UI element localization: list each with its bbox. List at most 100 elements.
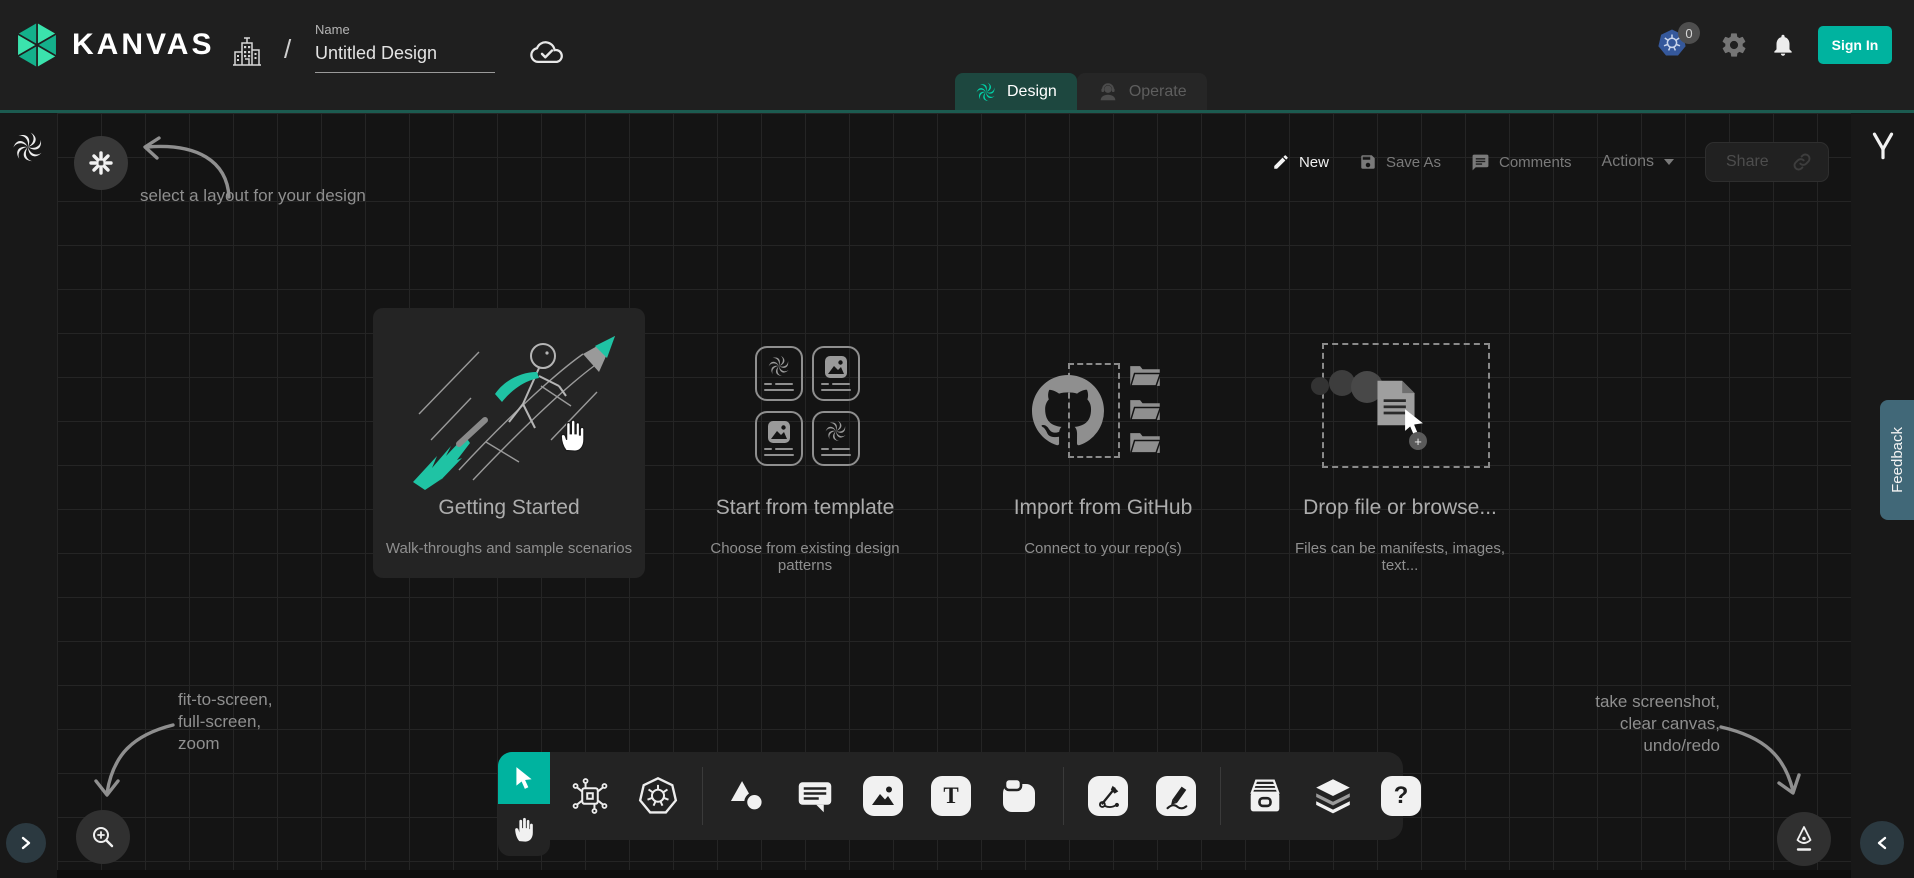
drawer-tool-button[interactable] <box>1243 774 1287 818</box>
chevron-left-icon <box>1875 835 1889 851</box>
note-tool-button[interactable] <box>997 774 1041 818</box>
expand-panel-right-button[interactable] <box>6 823 46 863</box>
design-name-input[interactable] <box>315 37 495 73</box>
dock-divider <box>1063 767 1064 825</box>
getting-started-illustration <box>401 322 621 490</box>
zoom-controls-button[interactable] <box>76 810 130 864</box>
card-subtitle: Connect to your repo(s) <box>993 540 1213 557</box>
pen-nib-icon <box>1791 825 1817 853</box>
card-title: Import from GitHub <box>993 496 1213 520</box>
help-question-icon: ? <box>1381 776 1421 816</box>
drawer-archive-icon <box>1243 776 1287 816</box>
select-arrow-icon <box>512 765 536 791</box>
design-tab-icon <box>975 81 997 103</box>
help-tool-button[interactable]: ? <box>1379 774 1423 818</box>
card-drop-file[interactable]: + Drop file or browse... Files can be ma… <box>1287 308 1513 578</box>
layout-selector-icon <box>88 150 114 176</box>
settings-gear-icon[interactable] <box>1720 31 1748 59</box>
kanvas-logo-icon <box>14 20 60 70</box>
comments-button[interactable]: Comments <box>1471 153 1572 172</box>
new-button[interactable]: New <box>1272 153 1329 171</box>
dock-divider <box>702 767 703 825</box>
actions-dropdown[interactable]: Actions <box>1602 153 1675 171</box>
canvas-top-border <box>0 110 1914 113</box>
template-tile <box>812 411 860 466</box>
operate-tab-icon <box>1097 81 1119 103</box>
org-building-icon[interactable] <box>228 33 266 69</box>
image-tool-button[interactable] <box>861 774 905 818</box>
hand-cursor-icon <box>555 416 589 454</box>
shapes-icon <box>726 776 768 816</box>
feedback-button[interactable]: Feedback <box>1880 400 1914 520</box>
dock-tool-icons: T <box>556 752 1435 840</box>
y-tool-icon[interactable] <box>1869 131 1897 163</box>
swirl-tile-icon <box>824 419 848 443</box>
canvas-tools-hint-text: take screenshot, clear canvas, undo/redo <box>1595 691 1720 757</box>
context-count-badge: 0 <box>1678 22 1700 44</box>
folder-icon <box>1129 397 1161 423</box>
save-as-icon <box>1359 153 1377 171</box>
share-link-icon <box>1792 152 1812 172</box>
layers-stack-icon <box>1312 776 1354 816</box>
text-T-icon: T <box>931 776 971 816</box>
chevron-right-icon <box>19 835 33 851</box>
card-title: Getting Started <box>373 496 645 520</box>
notifications-bell-icon[interactable] <box>1770 32 1796 58</box>
swirl-tile-icon <box>767 354 791 378</box>
folder-icon <box>1129 363 1161 389</box>
card-title: Start from template <box>697 496 913 520</box>
pencil-tool-button[interactable] <box>1154 774 1198 818</box>
kubernetes-tool-button[interactable] <box>636 774 680 818</box>
tab-operate[interactable]: Operate <box>1077 73 1207 110</box>
fade-dot <box>1311 377 1329 395</box>
comment-box-icon <box>795 777 835 815</box>
template-tile <box>755 346 803 401</box>
zoom-hint-text: fit-to-screen, full-screen, zoom <box>178 689 272 755</box>
folder-icon <box>1129 430 1161 456</box>
dock-divider <box>1220 767 1221 825</box>
pan-hand-icon <box>511 816 537 844</box>
sign-in-button[interactable]: Sign In <box>1818 26 1892 64</box>
select-tool-button[interactable] <box>498 752 550 804</box>
name-field-label: Name <box>315 22 495 37</box>
text-tool-button[interactable]: T <box>929 774 973 818</box>
layout-hint-text: select a layout for your design <box>140 185 366 207</box>
canvas-scrollbar-track[interactable] <box>57 870 1851 878</box>
note-icon <box>999 776 1039 816</box>
pan-tool-button[interactable] <box>498 804 550 856</box>
save-as-button[interactable]: Save As <box>1359 153 1441 171</box>
zoom-in-magnifier-icon <box>90 824 116 850</box>
component-tool-button[interactable] <box>568 774 612 818</box>
card-subtitle: Files can be manifests, images, text... <box>1287 540 1513 574</box>
share-button[interactable]: Share <box>1705 142 1829 182</box>
image-tile-icon <box>767 420 791 444</box>
component-chip-icon <box>570 776 610 816</box>
design-canvas[interactable]: select a layout for your design New Save… <box>57 113 1851 878</box>
layers-tool-button[interactable] <box>1311 774 1355 818</box>
new-pencil-icon <box>1272 153 1290 171</box>
design-name-group: Name <box>315 22 495 73</box>
card-subtitle: Choose from existing design patterns <box>697 540 913 574</box>
screenshot-tools-button[interactable] <box>1777 812 1831 866</box>
shapes-tool-button[interactable] <box>725 774 769 818</box>
expand-panel-left-button[interactable] <box>1860 821 1904 865</box>
card-import-from-github[interactable]: Import from GitHub Connect to your repo(… <box>993 308 1213 578</box>
canvas-actions-toolbar: New Save As Comments Actions Share <box>1272 141 1829 183</box>
card-start-from-template[interactable]: Start from template Choose from existing… <box>697 308 913 578</box>
github-octocat-icon <box>1032 375 1104 447</box>
add-plus-badge: + <box>1409 432 1427 450</box>
comment-tool-button[interactable] <box>793 774 837 818</box>
kubernetes-context-button[interactable]: 0 <box>1656 26 1698 64</box>
pointer-tool-stack <box>498 752 550 856</box>
mode-tabs: Design Operate <box>955 73 1207 110</box>
app-header: KANVAS / Name <box>0 0 1914 110</box>
actions-caret-icon <box>1663 158 1675 166</box>
pencil-scribble-icon <box>1156 776 1196 816</box>
pen-tool-button[interactable] <box>1086 774 1130 818</box>
card-getting-started[interactable]: Getting Started Walk-throughs and sample… <box>373 308 645 578</box>
kanvas-logo[interactable]: KANVAS <box>14 20 214 70</box>
tab-design[interactable]: Design <box>955 73 1077 110</box>
header-right-cluster: 0 Sign In <box>1656 0 1892 90</box>
app-title: KANVAS <box>72 28 214 62</box>
cloud-saved-icon <box>527 38 567 68</box>
